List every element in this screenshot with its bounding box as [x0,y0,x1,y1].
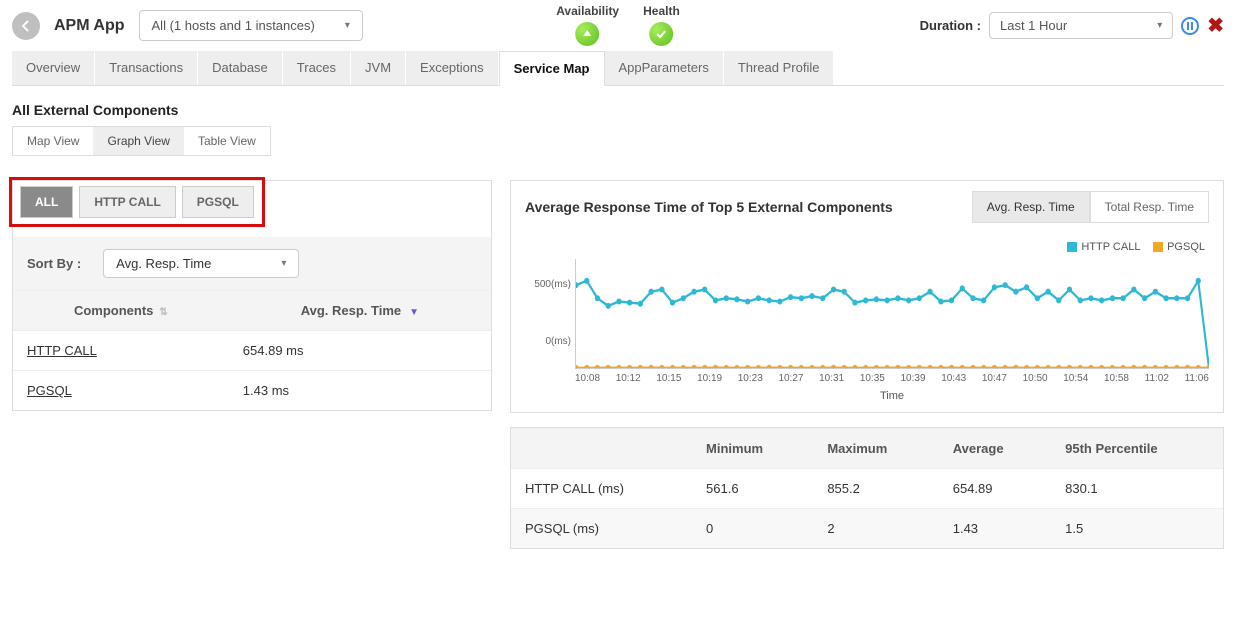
chart-title: Average Response Time of Top 5 External … [525,199,893,215]
pause-icon[interactable] [1181,17,1199,35]
health-label: Health [643,4,680,18]
filter-pill-group: ALLHTTP CALLPGSQL [9,177,265,227]
stats-table: MinimumMaximumAverage95th Percentile HTT… [510,427,1224,549]
tab-appparameters[interactable]: AppParameters [605,51,724,85]
sort-desc-icon: ▼ [409,307,419,318]
chart-toggle-avg-resp-time[interactable]: Avg. Resp. Time [972,191,1090,223]
table-row: HTTP CALL654.89 ms [13,331,491,371]
sort-bar: Sort By : Avg. Resp. Time ▾ [13,237,491,290]
filter-pill-all[interactable]: ALL [20,186,73,218]
chevron-down-icon: ▾ [1157,20,1162,31]
tab-traces[interactable]: Traces [283,51,351,85]
chevron-down-icon: ▾ [345,20,350,31]
sort-value: Avg. Resp. Time [116,256,211,271]
view-tab-table-view[interactable]: Table View [184,127,270,155]
col-components[interactable]: Components⇅ [13,291,229,331]
legend-swatch-httpcall [1067,242,1077,252]
right-panel: Average Response Time of Top 5 External … [510,180,1224,549]
tab-service-map[interactable]: Service Map [499,51,605,86]
duration-label: Duration : [920,18,981,33]
y-axis: 500(ms) 0(ms) [525,259,575,369]
availability-up-icon [576,22,600,46]
section-heading: All External Components [12,102,1224,118]
component-link[interactable]: HTTP CALL [27,343,97,358]
components-table: Components⇅ Avg. Resp. Time▼ HTTP CALL65… [13,290,491,410]
host-selector-value: All (1 hosts and 1 instances) [152,18,315,33]
sort-neutral-icon: ⇅ [159,307,167,318]
app-title: APM App [54,17,125,35]
tab-database[interactable]: Database [198,51,283,85]
chevron-down-icon: ▾ [281,258,286,269]
filter-pill-pgsql[interactable]: PGSQL [182,186,254,218]
close-icon[interactable]: ✖ [1207,13,1224,38]
stats-row: PGSQL (ms)021.431.5 [511,509,1223,549]
component-link[interactable]: PGSQL [27,383,72,398]
stats-col: Maximum [813,429,938,469]
tab-exceptions[interactable]: Exceptions [406,51,499,85]
view-tab-graph-view[interactable]: Graph View [93,127,183,155]
tab-transactions[interactable]: Transactions [95,51,198,85]
tab-overview[interactable]: Overview [12,51,95,85]
chart-toggle-total-resp-time[interactable]: Total Resp. Time [1090,191,1209,223]
duration-value: Last 1 Hour [1000,18,1067,33]
availability-label: Availability [556,4,619,18]
tab-jvm[interactable]: JVM [351,51,406,85]
host-selector[interactable]: All (1 hosts and 1 instances) ▾ [139,10,363,41]
duration-selector[interactable]: Last 1 Hour ▾ [989,12,1173,39]
stats-row: HTTP CALL (ms)561.6855.2654.89830.1 [511,469,1223,509]
chart-legend: HTTP CALL PGSQL [525,239,1209,259]
table-row: PGSQL1.43 ms [13,371,491,411]
health-ok-icon [649,22,673,46]
status-block: Availability Health [556,4,680,46]
view-tab-map-view[interactable]: Map View [13,127,93,155]
chart-plot [575,259,1209,369]
sort-label: Sort By : [27,256,81,271]
legend-swatch-pgsql [1153,242,1163,252]
x-axis: 10:0810:1210:1510:1910:2310:2710:3110:35… [575,373,1209,384]
tab-thread-profile[interactable]: Thread Profile [724,51,835,85]
primary-tabs: OverviewTransactionsDatabaseTracesJVMExc… [12,51,1224,86]
stats-col: Average [939,429,1051,469]
chart-card: Average Response Time of Top 5 External … [510,180,1224,413]
stats-col: 95th Percentile [1051,429,1223,469]
sort-select[interactable]: Avg. Resp. Time ▾ [103,249,299,278]
back-button[interactable] [12,12,40,40]
filter-pill-http-call[interactable]: HTTP CALL [79,186,175,218]
chart-toggle: Avg. Resp. TimeTotal Resp. Time [972,191,1209,223]
col-avg-resp[interactable]: Avg. Resp. Time▼ [229,291,491,331]
stats-col [511,429,692,469]
left-panel: ALLHTTP CALLPGSQL Sort By : Avg. Resp. T… [12,180,492,411]
view-tabs: Map ViewGraph ViewTable View [12,126,271,156]
stats-col: Minimum [692,429,813,469]
x-axis-label: Time [575,390,1209,402]
